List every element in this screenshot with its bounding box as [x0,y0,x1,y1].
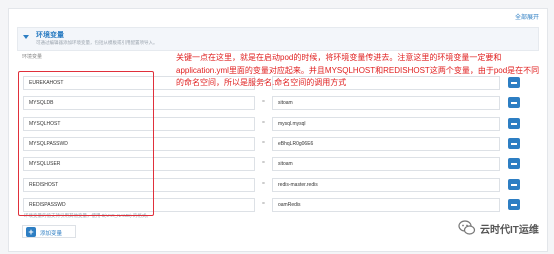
remove-row-button[interactable] [508,199,520,210]
minus-icon [511,123,517,125]
env-section-header[interactable]: 环境变量 可通过编辑器添加环境变量，包括从模板或引用配置项导入。 [17,27,539,51]
annotation-highlight-box [18,71,154,216]
equals-sign: = [262,120,265,126]
remove-row-button[interactable] [508,158,520,169]
env-value-input[interactable]: sitoam [272,96,500,110]
minus-icon [511,204,517,206]
remove-row-button[interactable] [508,138,520,149]
equals-sign: = [262,99,265,105]
env-value-input[interactable]: eBhqLR0g06E6 [272,137,500,151]
env-value-input[interactable]: sitoam [272,157,500,171]
plus-icon: + [26,227,36,237]
expand-all-link[interactable]: 全部展开 [515,12,539,21]
minus-icon [511,163,517,165]
annotation-text: 关键一点在这里，就是在启动pod的时候，将环境变量传进去。注意这里的环境变量一定… [176,53,540,87]
section-title: 环境变量 [36,32,64,39]
minus-icon [511,184,517,186]
env-vars-label: 环境变量 [22,54,43,60]
equals-sign: = [262,201,265,207]
equals-sign: = [262,140,265,146]
remove-row-button[interactable] [508,179,520,190]
minus-icon [511,143,517,145]
minus-icon [511,102,517,104]
remove-row-button[interactable] [508,118,520,129]
watermark-text: 云时代IT运维 [480,225,539,236]
remove-row-button[interactable] [508,97,520,108]
env-value-input[interactable]: redis-master.redis [272,178,500,192]
equals-sign: = [262,160,265,166]
add-variable-button[interactable]: + 添加变量 [22,225,76,238]
section-subtitle: 可通过编辑器添加环境变量，包括从模板或引用配置项导入。 [36,40,158,45]
equals-sign: = [262,181,265,187]
caret-down-icon[interactable] [23,35,29,39]
env-value-input[interactable]: oamRedis [272,198,500,212]
env-value-input[interactable]: mysql.mysql [272,117,500,131]
add-variable-label: 添加变量 [40,231,63,237]
wechat-icon [458,220,476,235]
